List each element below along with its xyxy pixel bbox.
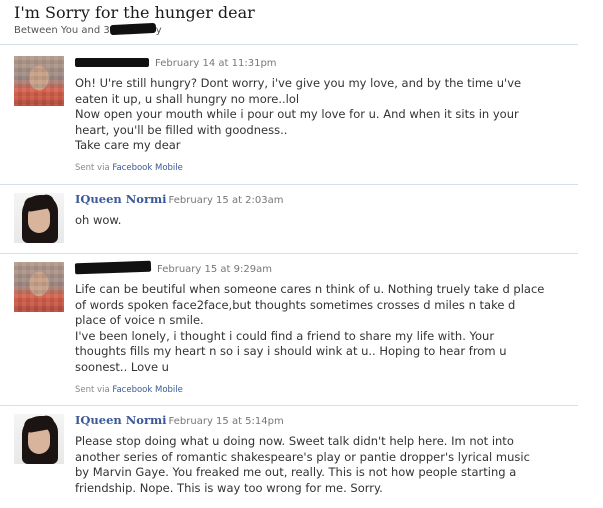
normi-avatar-icon[interactable] — [14, 193, 64, 243]
message-line: oh wow. — [75, 213, 122, 227]
message-line: Please stop doing what u doing now. Swee… — [75, 434, 530, 495]
thread-participants: Between You and 3 y — [14, 22, 584, 36]
message-author[interactable]: IQueen Normi — [75, 413, 167, 427]
message-text: oh wow. — [75, 213, 547, 229]
header-divider — [0, 44, 578, 45]
message-body: February 15 at 9:29am Life can be beutif… — [74, 260, 547, 395]
sent-via-prefix: Sent via — [75, 162, 110, 173]
sent-via: Sent via Facebook Mobile — [75, 163, 547, 173]
participants-suffix: y — [155, 25, 162, 36]
message-meta: IQueen Normi February 15 at 2:03am — [75, 192, 547, 207]
message-body: February 14 at 11:31pm Oh! U're still hu… — [75, 56, 547, 173]
redacted-author-name[interactable] — [74, 260, 152, 275]
message-divider — [0, 184, 578, 185]
sent-via-prefix: Sent via — [75, 384, 110, 395]
participants-prefix: Between You and 3 — [14, 25, 110, 36]
message-body: IQueen Normi February 15 at 5:14pm Please… — [75, 414, 547, 496]
message-time: February 14 at 11:31pm — [155, 58, 277, 69]
message-text: Life can be beutiful when someone cares … — [75, 282, 547, 376]
normi-avatar-icon[interactable] — [14, 414, 64, 464]
message-meta: IQueen Normi February 15 at 5:14pm — [75, 413, 547, 428]
pixelated-avatar-icon[interactable] — [14, 56, 64, 106]
sent-via-link[interactable]: Facebook Mobile — [112, 163, 183, 173]
message-line: Take care my dear — [75, 138, 181, 153]
message-meta: February 15 at 9:29am — [74, 260, 547, 275]
thread-header: I'm Sorry for the hunger dear Between Yo… — [14, 3, 584, 36]
message-line: Oh! U're still hungry? Dont worry, i've … — [75, 76, 522, 106]
redaction-mark — [109, 22, 156, 36]
thread-title: I'm Sorry for the hunger dear — [14, 3, 255, 22]
sent-via: Sent via Facebook Mobile — [75, 385, 547, 395]
redacted-author-name[interactable] — [75, 58, 149, 67]
message-body: IQueen Normi February 15 at 2:03am oh wow… — [75, 193, 547, 229]
message-text: Please stop doing what u doing now. Swee… — [75, 434, 547, 496]
message-divider — [0, 253, 578, 254]
message-time: February 15 at 2:03am — [168, 195, 284, 206]
sent-via-link[interactable]: Facebook Mobile — [112, 385, 183, 395]
message-text: Oh! U're still hungry? Dont worry, i've … — [75, 76, 547, 154]
message-line: Life can be beutiful when someone cares … — [75, 282, 545, 328]
message-meta: February 14 at 11:31pm — [75, 56, 547, 69]
message-time: February 15 at 5:14pm — [168, 416, 284, 427]
message-line: I've been lonely, i thought i could find… — [75, 328, 507, 374]
message-author[interactable]: IQueen Normi — [75, 192, 167, 206]
message-time: February 15 at 9:29am — [157, 264, 272, 275]
message-divider — [0, 405, 578, 406]
message-line: Now open your mouth while i pour out my … — [75, 107, 519, 137]
pixelated-avatar-icon[interactable] — [14, 262, 64, 312]
